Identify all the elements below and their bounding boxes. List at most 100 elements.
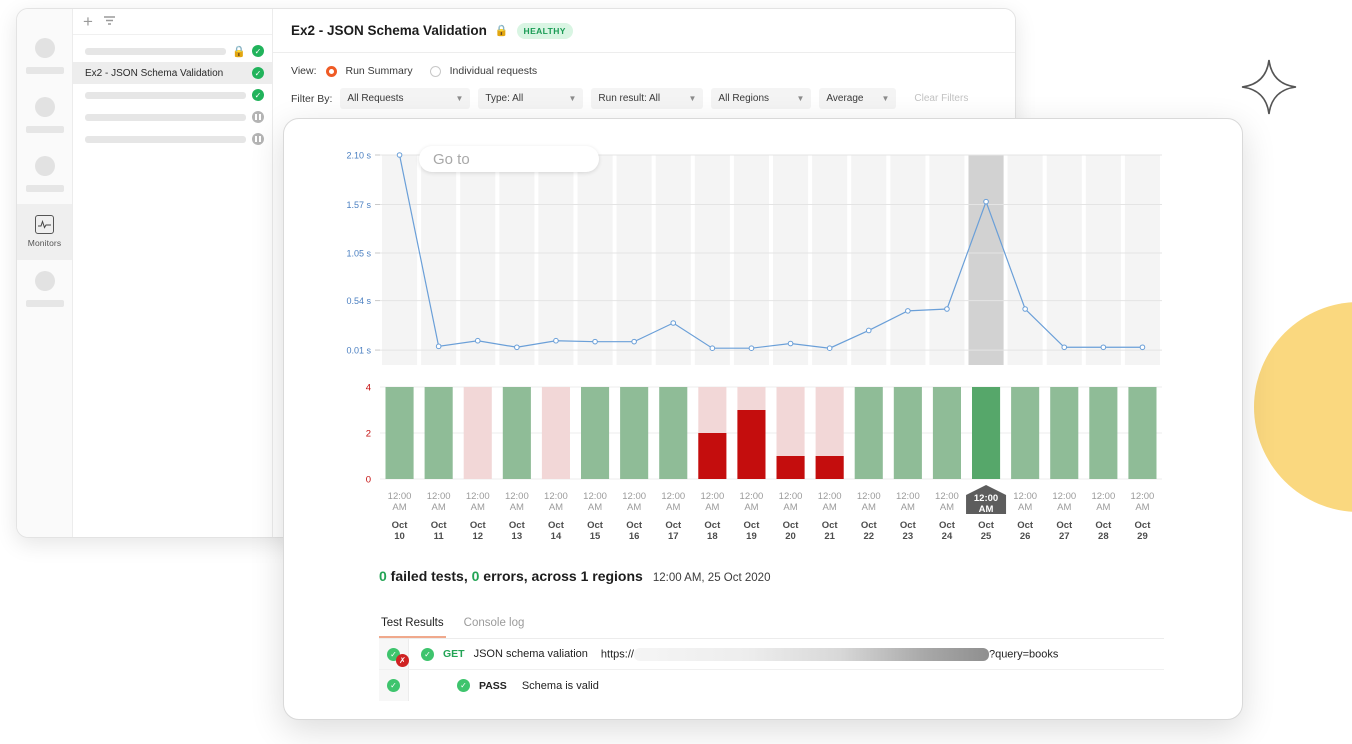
list-item[interactable]: ✓ <box>73 84 272 106</box>
request-row-cells: ✓ GET JSON schema valiation https:// ?que… <box>409 647 1059 661</box>
svg-text:AM: AM <box>744 502 758 513</box>
chevron-down-icon: ▼ <box>688 94 697 103</box>
results-tabs: Test Results Console log <box>379 617 1164 639</box>
svg-text:24: 24 <box>942 531 953 542</box>
chevron-down-icon: ▼ <box>568 94 577 103</box>
filter-bar: Filter By: All Requests ▼ Type: All ▼ Ru… <box>273 77 1015 109</box>
rail-label-placeholder <box>25 126 64 133</box>
svg-text:12:00: 12:00 <box>1091 491 1115 502</box>
svg-text:21: 21 <box>824 531 835 542</box>
rail-placeholder-3[interactable] <box>17 145 72 204</box>
clear-filters-button[interactable]: Clear Filters <box>904 93 968 104</box>
svg-text:12:00: 12:00 <box>388 491 412 502</box>
redacted-url-bar <box>633 647 989 661</box>
list-item[interactable] <box>73 106 272 128</box>
svg-text:AM: AM <box>862 502 876 513</box>
failed-count: 0 <box>379 568 387 584</box>
status-badge: ✓ <box>252 67 264 79</box>
svg-text:Oct: Oct <box>431 520 448 531</box>
rail-placeholder-2[interactable] <box>17 86 72 145</box>
rail-placeholder-4[interactable] <box>17 260 72 319</box>
svg-text:12:00: 12:00 <box>1052 491 1076 502</box>
request-url: https:// ?query=books <box>601 647 1059 661</box>
svg-text:12:00: 12:00 <box>427 491 451 502</box>
tab-test-results[interactable]: Test Results <box>379 617 446 638</box>
run-timestamp: 12:00 AM, 25 Oct 2020 <box>652 572 771 584</box>
dropdown-run-result-value: Run result: All <box>598 93 661 104</box>
request-url-suffix: ?query=books <box>988 647 1059 660</box>
charts-container: 2.10 s 1.57 s 1.05 s 0.54 s 0.01 s 0 2 4 12:00 AM… <box>284 119 1242 542</box>
run-summary-chart[interactable]: 2.10 s1.57 s1.05 s0.54 s0.01 s02412:00AM… <box>284 137 1242 542</box>
svg-text:18: 18 <box>707 531 718 542</box>
svg-text:AM: AM <box>510 502 524 513</box>
error-x-icon: ✗ <box>396 654 409 667</box>
svg-text:16: 16 <box>629 531 640 542</box>
svg-text:12:00: 12:00 <box>974 493 998 504</box>
svg-text:23: 23 <box>903 531 914 542</box>
table-row[interactable]: ✓ ✓ PASS Schema is valid <box>379 670 1164 701</box>
add-monitor-icon[interactable]: + <box>83 13 93 30</box>
view-label: View: <box>291 65 317 77</box>
go-to-search-input[interactable]: Go to <box>419 146 599 172</box>
svg-text:AM: AM <box>392 502 406 513</box>
view-selector: View: Run Summary Individual requests <box>273 53 1015 77</box>
svg-text:Oct: Oct <box>822 520 839 531</box>
lock-icon: 🔒 <box>494 25 509 37</box>
svg-text:AM: AM <box>627 502 641 513</box>
assertion-name: Schema is valid <box>521 679 599 692</box>
dropdown-regions[interactable]: All Regions ▼ <box>711 88 812 109</box>
check-icon: ✓ <box>421 647 434 661</box>
svg-text:12:00: 12:00 <box>583 491 607 502</box>
status-badge: ✓ <box>252 89 264 101</box>
rail-placeholder-1[interactable] <box>17 27 72 86</box>
rail-item-monitors-label: Monitors <box>27 238 62 248</box>
dropdown-all-requests[interactable]: All Requests ▼ <box>340 88 471 109</box>
svg-text:AM: AM <box>901 502 915 513</box>
dropdown-run-result[interactable]: Run result: All ▼ <box>591 88 704 109</box>
svg-text:Oct: Oct <box>548 520 565 531</box>
svg-text:Oct: Oct <box>470 520 487 531</box>
activity-pulse-icon <box>35 215 54 234</box>
rail-icon-placeholder <box>34 156 55 176</box>
go-to-placeholder: Go to <box>433 150 470 168</box>
list-item[interactable] <box>73 128 272 150</box>
list-item-placeholder <box>85 91 246 99</box>
radio-run-summary-label[interactable]: Run Summary <box>346 65 413 77</box>
rail-label-placeholder <box>25 67 64 74</box>
dropdown-type[interactable]: Type: All ▼ <box>478 88 584 109</box>
svg-text:Oct: Oct <box>900 520 917 531</box>
radio-run-summary[interactable] <box>325 65 337 77</box>
svg-text:13: 13 <box>512 531 523 542</box>
table-row[interactable]: ✓ ✗ ✓ GET JSON schema valiation https://… <box>379 639 1164 670</box>
svg-text:Oct: Oct <box>978 520 995 531</box>
svg-text:12:00: 12:00 <box>544 491 568 502</box>
yellow-circle-decoration <box>1254 302 1352 512</box>
rail-item-monitors[interactable]: Monitors <box>17 204 72 260</box>
radio-individual-requests-label[interactable]: Individual requests <box>450 65 538 77</box>
svg-text:12:00: 12:00 <box>661 491 685 502</box>
svg-text:12:00: 12:00 <box>779 491 803 502</box>
filter-by-label: Filter By: <box>291 92 333 105</box>
list-item[interactable]: 🔒 ✓ <box>73 40 272 62</box>
list-item-placeholder <box>85 113 246 121</box>
svg-text:19: 19 <box>746 531 757 542</box>
svg-text:10: 10 <box>394 531 405 542</box>
svg-text:2.10 s: 2.10 s <box>346 151 371 161</box>
svg-text:1.57 s: 1.57 s <box>346 200 371 210</box>
svg-text:15: 15 <box>590 531 601 542</box>
failed-summary: 0 failed tests, 0 errors, across 1 regio… <box>379 568 643 584</box>
dropdown-all-requests-value: All Requests <box>347 93 404 104</box>
svg-text:Oct: Oct <box>1135 520 1152 531</box>
svg-text:29: 29 <box>1137 531 1148 542</box>
svg-text:12:00: 12:00 <box>857 491 881 502</box>
filter-icon[interactable] <box>103 13 116 31</box>
tab-console-log[interactable]: Console log <box>462 617 527 638</box>
app-rail: Monitors <box>17 9 73 537</box>
sidebar-item-ex2-json-schema-validation[interactable]: Ex2 - JSON Schema Validation ✓ <box>73 62 272 84</box>
svg-text:27: 27 <box>1059 531 1070 542</box>
radio-individual-requests[interactable] <box>429 65 441 77</box>
svg-text:12: 12 <box>472 531 483 542</box>
dropdown-aggregation[interactable]: Average ▼ <box>819 88 897 109</box>
svg-text:12:00: 12:00 <box>1013 491 1037 502</box>
svg-text:AM: AM <box>979 504 994 515</box>
